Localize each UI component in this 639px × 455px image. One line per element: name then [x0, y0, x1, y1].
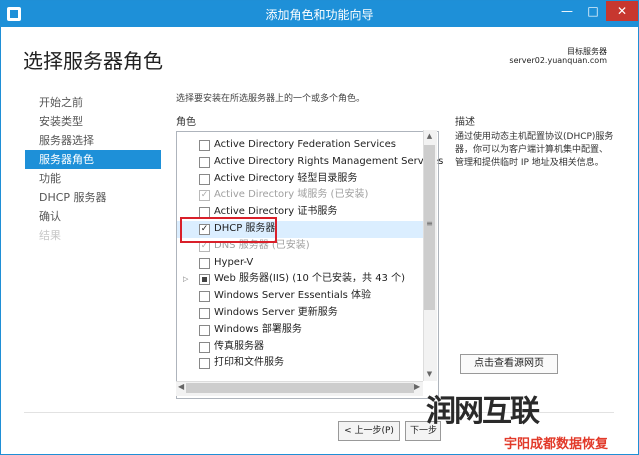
roles-horizontal-scroll-thumb[interactable]: [186, 383, 414, 393]
nav-step-4[interactable]: 功能: [25, 169, 161, 188]
role-checkbox[interactable]: [199, 291, 210, 303]
role-checkbox[interactable]: [199, 358, 210, 370]
role-checkbox[interactable]: [199, 324, 210, 336]
role-checkbox: [199, 190, 210, 202]
scroll-left-arrow-icon[interactable]: ◀: [178, 382, 184, 391]
role-label: Windows 部署服务: [214, 323, 302, 335]
roles-header: 角色: [176, 117, 196, 128]
view-source-button[interactable]: 点击查看源网页: [460, 354, 558, 374]
scroll-down-arrow-icon[interactable]: ▼: [424, 370, 435, 378]
role-checkbox[interactable]: [199, 140, 210, 151]
role-item: Active Directory 域服务 (已安装): [177, 187, 425, 204]
role-description: 通过使用动态主机配置协议(DHCP)服务器，你可以为客户端计算机集中配置、管理和…: [455, 132, 614, 168]
instruction-text: 选择要安装在所选服务器上的一个或多个角色。: [176, 94, 366, 104]
target-server-name: server02.yuanquan.com: [509, 56, 607, 65]
title-bar[interactable]: 添加角色和功能向导 — □ ✕: [1, 1, 638, 27]
nav-step-3[interactable]: 服务器角色: [25, 150, 161, 169]
role-label: Windows Server Essentials 体验: [214, 290, 372, 302]
role-checkbox[interactable]: [199, 274, 210, 286]
role-item[interactable]: 传真服务器: [177, 339, 425, 356]
scroll-up-arrow-icon[interactable]: ▲: [424, 132, 435, 140]
role-label: 传真服务器: [214, 340, 264, 352]
nav-step-1[interactable]: 安装类型: [25, 112, 161, 131]
role-item[interactable]: Hyper-V: [177, 255, 425, 272]
role-label: Hyper-V: [214, 256, 254, 268]
nav-step-2[interactable]: 服务器选择: [25, 131, 161, 150]
role-item[interactable]: 打印和文件服务: [177, 355, 425, 372]
maximize-button[interactable]: □: [580, 1, 606, 21]
back-button[interactable]: < 上一步(P): [338, 421, 400, 441]
role-label: Web 服务器(IIS) (10 个已安装，共 43 个): [214, 273, 405, 285]
role-checkbox[interactable]: [199, 173, 210, 185]
dhcp-highlight-annotation: [180, 217, 277, 243]
role-checkbox[interactable]: [199, 156, 210, 168]
window-title: 添加角色和功能向导: [265, 8, 374, 22]
role-item[interactable]: ▷ Web 服务器(IIS) (10 个已安装，共 43 个): [177, 271, 425, 288]
role-label: Active Directory Rights Management Servi…: [214, 155, 444, 167]
role-item[interactable]: Windows 部署服务: [177, 322, 425, 339]
watermark-logo: 润网互联: [426, 394, 540, 429]
role-item[interactable]: Windows Server Essentials 体验: [177, 288, 425, 305]
nav-step-5[interactable]: DHCP 服务器: [25, 188, 161, 207]
role-checkbox[interactable]: [199, 341, 210, 353]
nav-step-7: 结果: [39, 229, 61, 242]
minimize-button[interactable]: —: [554, 1, 580, 21]
roles-list: Active Directory Federation Services Acti…: [177, 137, 443, 372]
role-item[interactable]: Active Directory Federation Services: [177, 137, 425, 154]
nav-step-0[interactable]: 开始之前: [25, 93, 161, 112]
role-checkbox[interactable]: [199, 307, 210, 319]
nav-step-6[interactable]: 确认: [25, 207, 161, 226]
watermark-subtitle: 宇阳成都数据恢复: [504, 437, 609, 452]
role-label: Active Directory 轻型目录服务: [214, 172, 358, 184]
wizard-steps-nav: 开始之前 安装类型 服务器选择 服务器角色 功能 DHCP 服务器 确认结果: [25, 93, 161, 245]
close-button[interactable]: ✕: [606, 1, 638, 21]
scroll-grip-icon: ≡: [426, 219, 433, 228]
role-label: Active Directory 域服务 (已安装): [214, 189, 369, 201]
watermark-overlay: 润网互联 宇阳成都数据恢复: [418, 386, 639, 455]
role-item[interactable]: Windows Server 更新服务: [177, 305, 425, 322]
description-header: 描述: [455, 117, 475, 128]
page-title: 选择服务器角色: [23, 49, 163, 73]
role-label: 打印和文件服务: [214, 357, 284, 369]
expand-arrow-icon[interactable]: ▷: [183, 271, 188, 288]
role-item[interactable]: Active Directory Rights Management Servi…: [177, 154, 443, 171]
roles-list-box: Active Directory Federation Services Acti…: [176, 131, 443, 399]
role-label: Active Directory Federation Services: [214, 139, 396, 150]
role-label: Windows Server 更新服务: [214, 306, 338, 318]
role-checkbox[interactable]: [199, 257, 210, 269]
role-item[interactable]: Active Directory 轻型目录服务: [177, 171, 425, 188]
